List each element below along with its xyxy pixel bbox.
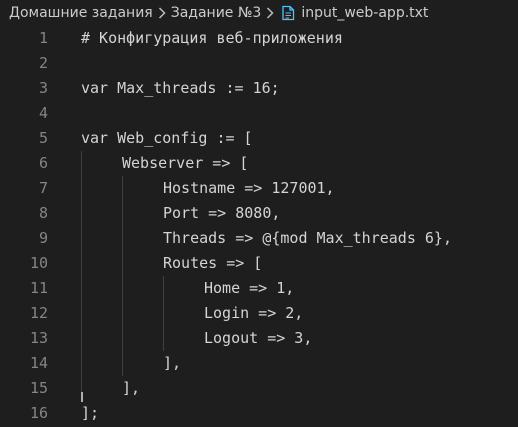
- indent-guide: [81, 351, 82, 376]
- indent-guide: [122, 301, 123, 326]
- line-number: 3: [38, 79, 48, 97]
- line-number: 1: [38, 29, 48, 47]
- code-line[interactable]: 10 Routes => [: [0, 251, 518, 276]
- code-text: var Max_threads := 16;: [81, 79, 280, 97]
- indent-guide: [81, 201, 82, 226]
- line-number: 16: [29, 404, 48, 422]
- code-line[interactable]: 15],: [0, 376, 518, 401]
- line-number: 14: [29, 354, 48, 372]
- code-text: Hostname => 127001,: [163, 179, 335, 197]
- code-line[interactable]: 7 Hostname => 127001,: [0, 176, 518, 201]
- code-text: Logout => 3,: [204, 329, 313, 347]
- file-text-icon: [281, 5, 295, 21]
- chevron-right-icon: [264, 6, 276, 20]
- code-text: Login => 2,: [204, 304, 304, 322]
- line-number: 2: [38, 54, 48, 72]
- line-number: 11: [29, 279, 48, 297]
- line-number: 10: [29, 254, 48, 272]
- code-line[interactable]: 3 var Max_threads := 16;: [0, 76, 518, 101]
- line-number: 4: [38, 104, 48, 122]
- indent-guide: [81, 276, 82, 301]
- code-text: Threads => @{mod Max_threads 6},: [163, 229, 452, 247]
- code-line[interactable]: 5 var Web_config := [: [0, 126, 518, 151]
- line-number: 15: [29, 379, 48, 397]
- indent-guide: [122, 251, 123, 276]
- code-line[interactable]: 1 # Конфигурация веб-приложения: [0, 26, 518, 51]
- code-area[interactable]: 1 # Конфигурация веб-приложения 2 3 var Max_…: [0, 26, 518, 426]
- code-text: Routes => [: [163, 254, 263, 272]
- line-number: 6: [38, 154, 48, 172]
- indent-guide: [163, 276, 164, 301]
- indent-guide: [122, 326, 123, 351]
- code-text: Webserver => [: [122, 154, 249, 172]
- line-number: 12: [29, 304, 48, 322]
- code-text: # Конфигурация веб-приложения: [81, 29, 343, 47]
- indent-guide: [122, 176, 123, 201]
- breadcrumb-folder[interactable]: Домашние задания: [9, 5, 153, 21]
- code-line[interactable]: 11 Home => 1,: [0, 276, 518, 301]
- indent-guide: [122, 201, 123, 226]
- line-number: 7: [38, 179, 48, 197]
- indent-guide: [81, 301, 82, 326]
- code-line[interactable]: 8 Port => 8080,: [0, 201, 518, 226]
- code-line[interactable]: 9 Threads => @{mod Max_threads 6},: [0, 226, 518, 251]
- code-text: var Web_config := [: [81, 129, 253, 147]
- code-text: ];: [81, 404, 100, 422]
- indent-guide: [81, 251, 82, 276]
- indent-guide: [122, 226, 123, 251]
- line-number: 13: [29, 329, 48, 347]
- code-line[interactable]: 4: [0, 101, 518, 126]
- indent-guide: [122, 351, 123, 376]
- text-cursor: [81, 392, 83, 402]
- breadcrumb: Домашние задания Задание №3 input_web-ap…: [0, 0, 518, 26]
- code-text: Port => 8080,: [163, 204, 281, 222]
- indent-guide: [81, 176, 82, 201]
- breadcrumb-file[interactable]: input_web-app.txt: [301, 5, 428, 21]
- code-line[interactable]: 13 Logout => 3,: [0, 326, 518, 351]
- code-line[interactable]: 12 Login => 2,: [0, 301, 518, 326]
- code-line[interactable]: 2: [0, 51, 518, 76]
- line-number: 5: [38, 129, 48, 147]
- code-text: Home => 1,: [204, 279, 295, 297]
- line-number: 9: [38, 229, 48, 247]
- editor-window: Домашние задания Задание №3 input_web-ap…: [0, 0, 518, 427]
- line-number: 8: [38, 204, 48, 222]
- indent-guide: [81, 326, 82, 351]
- indent-guide: [163, 301, 164, 326]
- code-line[interactable]: 6 Webserver => [: [0, 151, 518, 176]
- chevron-right-icon: [156, 6, 168, 20]
- indent-guide: [81, 151, 82, 176]
- code-text: ],: [122, 379, 141, 397]
- breadcrumb-subfolder[interactable]: Задание №3: [171, 5, 262, 21]
- indent-guide: [163, 326, 164, 351]
- indent-guide: [81, 226, 82, 251]
- code-line[interactable]: 14],: [0, 351, 518, 376]
- indent-guide: [122, 276, 123, 301]
- code-line[interactable]: 16];: [0, 401, 518, 426]
- code-text: ],: [163, 354, 182, 372]
